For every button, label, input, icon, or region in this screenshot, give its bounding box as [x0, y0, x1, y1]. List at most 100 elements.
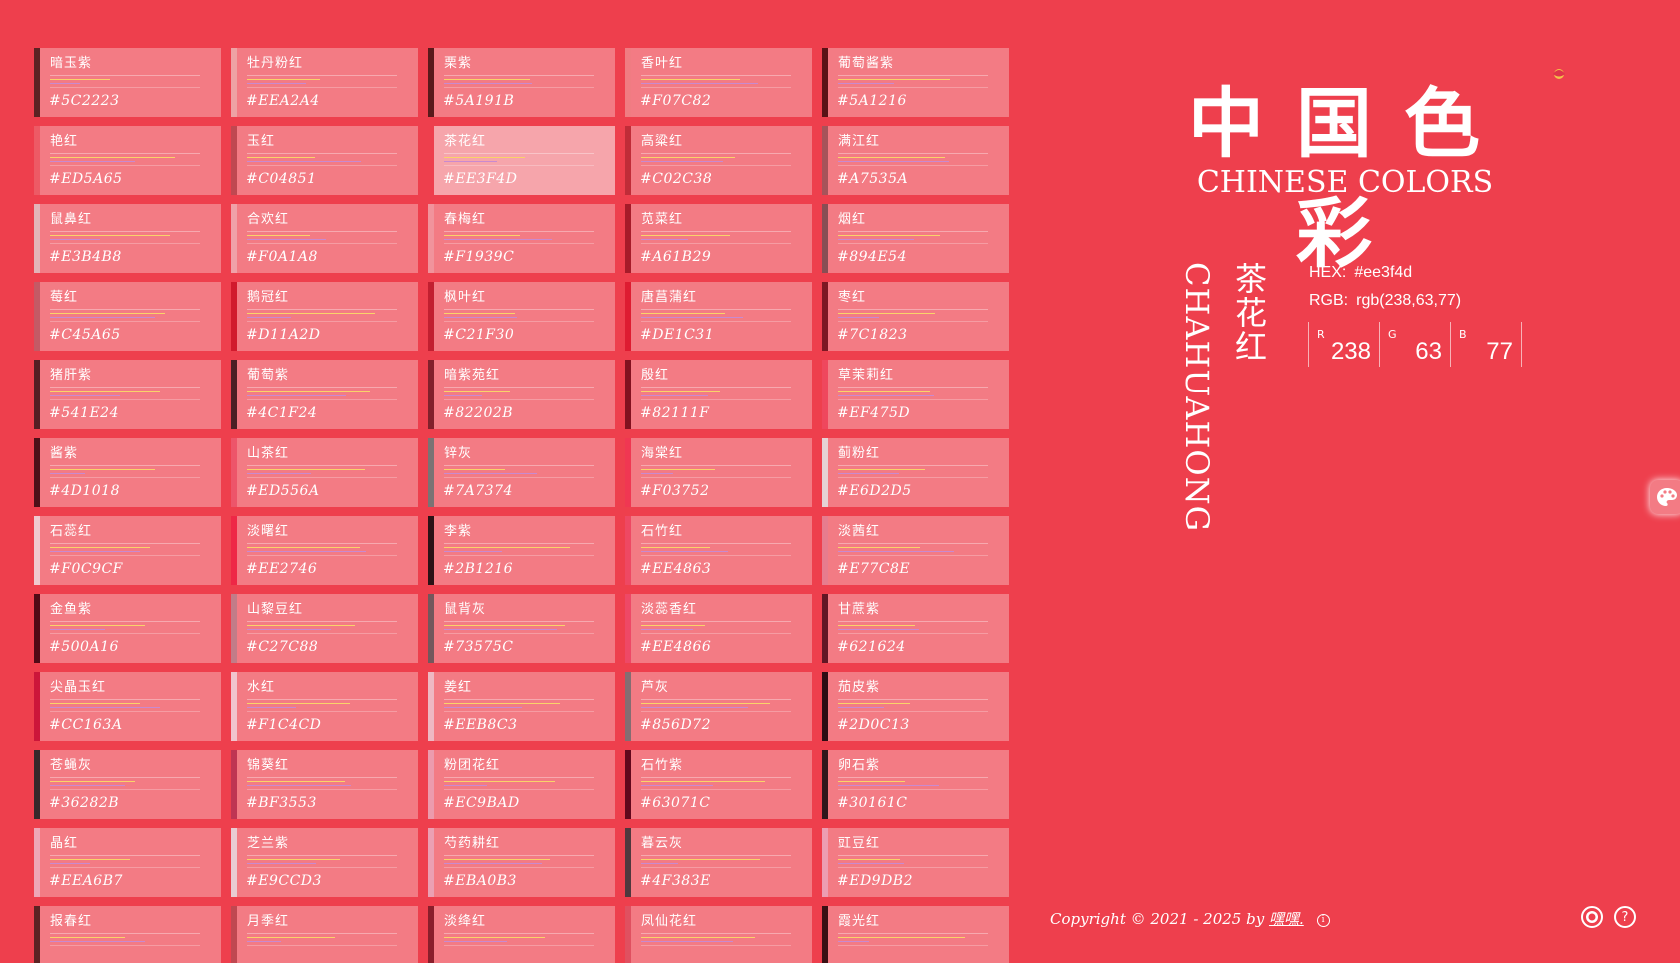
cmyk-lines: [247, 699, 407, 713]
cmyk-line: [641, 165, 791, 166]
color-card[interactable]: 晶红 #EEA6B7: [34, 828, 221, 897]
cmyk-lines: [641, 933, 801, 947]
cmyk-lines: [444, 699, 604, 713]
color-card[interactable]: 鹅冠红 #D11A2D: [231, 282, 418, 351]
author-link[interactable]: 嘿嘿.: [1269, 910, 1304, 928]
color-card[interactable]: 姜红 #EEB8C3: [428, 672, 615, 741]
color-card[interactable]: 高粱红 #C02C38: [625, 126, 812, 195]
color-card[interactable]: 锦葵红 #BF3553: [231, 750, 418, 819]
color-card[interactable]: 李紫 #2B1216: [428, 516, 615, 585]
color-card[interactable]: 鼠鼻红 #E3B4B8: [34, 204, 221, 273]
rgb-value[interactable]: rgb(238,63,77): [1356, 292, 1461, 309]
color-card[interactable]: 淡曙红 #EE2746: [231, 516, 418, 585]
color-card[interactable]: 粉团花红 #EC9BAD: [428, 750, 615, 819]
channel-r: R 238: [1308, 322, 1379, 367]
color-card[interactable]: 报春红: [34, 906, 221, 963]
color-card[interactable]: 草茉莉红 #EF475D: [822, 360, 1009, 429]
cmyk-line: [641, 313, 725, 314]
cmyk-line: [838, 625, 915, 626]
color-card[interactable]: 莓红 #C45A65: [34, 282, 221, 351]
color-card-hex: #EBA0B3: [443, 873, 517, 889]
channel-g-label: G: [1388, 328, 1397, 341]
cmyk-line: [444, 165, 594, 166]
color-card[interactable]: 淡绛红: [428, 906, 615, 963]
color-card[interactable]: 合欢红 #F0A1A8: [231, 204, 418, 273]
color-card[interactable]: 淡蕊香红 #EE4866: [625, 594, 812, 663]
cmyk-line: [444, 777, 594, 778]
color-card[interactable]: 烟红 #894E54: [822, 204, 1009, 273]
color-card[interactable]: 石竹红 #EE4863: [625, 516, 812, 585]
help-button[interactable]: ?: [1614, 906, 1636, 928]
color-card[interactable]: 茶花红 #EE3F4D: [428, 126, 615, 195]
color-card-hex: #C27C88: [246, 639, 319, 655]
color-card[interactable]: 葡萄紫 #4C1F24: [231, 360, 418, 429]
color-card[interactable]: 霞光红: [822, 906, 1009, 963]
theme-toggle-button[interactable]: [1650, 480, 1680, 514]
cmyk-line: [444, 243, 594, 244]
hex-value[interactable]: #ee3f4d: [1354, 264, 1412, 281]
color-card[interactable]: 山黎豆红 #C27C88: [231, 594, 418, 663]
color-card[interactable]: 锌灰 #7A7374: [428, 438, 615, 507]
cmyk-line: [641, 629, 693, 630]
cmyk-line: [444, 863, 542, 864]
color-card[interactable]: 枫叶红 #C21F30: [428, 282, 615, 351]
color-card[interactable]: 暮云灰 #4F383E: [625, 828, 812, 897]
help-icon: ?: [1621, 909, 1629, 925]
cmyk-line: [50, 543, 200, 544]
color-card-name: 玉红: [247, 134, 276, 149]
color-card[interactable]: 鼠背灰 #73575C: [428, 594, 615, 663]
color-card[interactable]: 卵石紫 #30161C: [822, 750, 1009, 819]
color-card[interactable]: 唐菖蒲红 #DE1C31: [625, 282, 812, 351]
cmyk-line: [444, 859, 550, 860]
color-card[interactable]: 暗紫苑红 #82202B: [428, 360, 615, 429]
color-card[interactable]: 苍蝇灰 #36282B: [34, 750, 221, 819]
channel-b-value: 77: [1486, 338, 1513, 365]
color-card[interactable]: 芦灰 #856D72: [625, 672, 812, 741]
color-card-name: 烟红: [838, 212, 867, 227]
color-card-hex: #2D0C13: [837, 717, 910, 733]
color-card[interactable]: 春梅红 #F1939C: [428, 204, 615, 273]
cmyk-line: [50, 859, 130, 860]
color-card[interactable]: 金鱼紫 #500A16: [34, 594, 221, 663]
color-card[interactable]: 甘蔗紫 #621624: [822, 594, 1009, 663]
color-card[interactable]: 酱紫 #4D1018: [34, 438, 221, 507]
cmyk-lines: [444, 777, 604, 791]
color-card[interactable]: 猪肝紫 #541E24: [34, 360, 221, 429]
color-card[interactable]: 凤仙花红: [625, 906, 812, 963]
cmyk-lines: [444, 75, 604, 89]
cmyk-line: [838, 621, 988, 622]
color-card-hex: #EE3F4D: [443, 171, 518, 187]
color-card[interactable]: 艳红 #ED5A65: [34, 126, 221, 195]
cmyk-line: [50, 391, 160, 392]
color-card[interactable]: 枣红 #7C1823: [822, 282, 1009, 351]
cmyk-line: [247, 781, 345, 782]
color-card[interactable]: 山茶红 #ED556A: [231, 438, 418, 507]
color-card[interactable]: 苋菜红 #A61B29: [625, 204, 812, 273]
cmyk-lines: [50, 699, 210, 713]
color-card[interactable]: 牡丹粉红 #EEA2A4: [231, 48, 418, 117]
color-card[interactable]: 石蕊红 #F0C9CF: [34, 516, 221, 585]
color-card[interactable]: 殷红 #82111F: [625, 360, 812, 429]
color-card[interactable]: 海棠红 #F03752: [625, 438, 812, 507]
info-icon[interactable]: i: [1316, 913, 1330, 927]
color-card[interactable]: 蓟粉红 #E6D2D5: [822, 438, 1009, 507]
github-button[interactable]: [1581, 906, 1603, 928]
color-card[interactable]: 月季红: [231, 906, 418, 963]
color-card[interactable]: 芍药耕红 #EBA0B3: [428, 828, 615, 897]
color-card[interactable]: 石竹紫 #63071C: [625, 750, 812, 819]
cmyk-line: [50, 387, 200, 388]
color-card[interactable]: 水红 #F1C4CD: [231, 672, 418, 741]
color-card[interactable]: 满江红 #A7535A: [822, 126, 1009, 195]
color-card[interactable]: 玉红 #C04851: [231, 126, 418, 195]
color-card[interactable]: 暗玉紫 #5C2223: [34, 48, 221, 117]
color-card[interactable]: 葡萄酱紫 #5A1216: [822, 48, 1009, 117]
color-card[interactable]: 豇豆红 #ED9DB2: [822, 828, 1009, 897]
color-card[interactable]: 芝兰紫 #E9CCD3: [231, 828, 418, 897]
color-card[interactable]: 香叶红 #F07C82: [625, 48, 812, 117]
color-card[interactable]: 淡茜红 #E77C8E: [822, 516, 1009, 585]
color-card-hex: #5A1216: [837, 93, 907, 109]
color-card[interactable]: 尖晶玉红 #CC163A: [34, 672, 221, 741]
color-card[interactable]: 茄皮紫 #2D0C13: [822, 672, 1009, 741]
color-card[interactable]: 栗紫 #5A191B: [428, 48, 615, 117]
color-card-hex: #541E24: [49, 405, 119, 421]
